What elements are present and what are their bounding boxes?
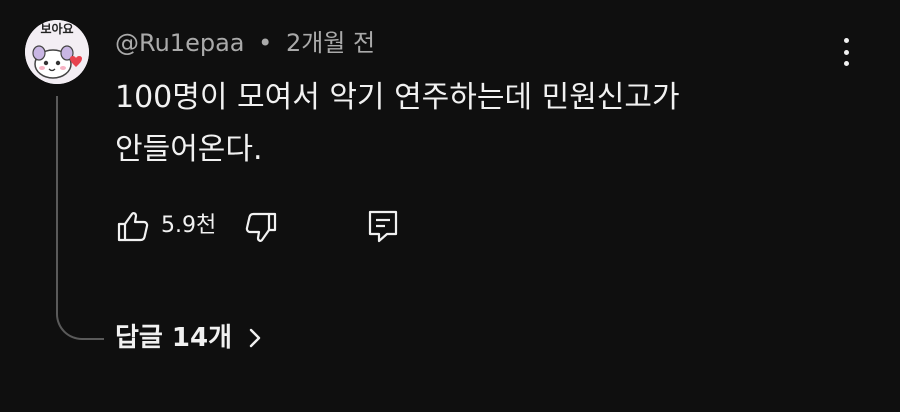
comment-time[interactable]: 2개월 전	[286, 29, 375, 57]
more-vertical-icon	[843, 38, 849, 43]
author-name[interactable]: @Ru1epaa	[115, 29, 245, 57]
thumbs-up-icon	[117, 212, 149, 242]
header-separator: •	[258, 29, 273, 57]
replies-count-label: 답글 14개	[115, 323, 232, 353]
comment-header: @Ru1epaa • 2개월 전	[115, 27, 375, 59]
avatar-caption: 보아요	[40, 22, 74, 36]
more-options-button[interactable]	[832, 34, 860, 70]
view-replies-button[interactable]: 답글 14개	[115, 320, 264, 356]
reply-button[interactable]	[365, 208, 401, 244]
comment-text-line-1: 100명이 모여서 악기 연주하는데 민원신고가	[115, 80, 680, 115]
like-button[interactable]	[115, 208, 151, 244]
like-count: 5.9천	[161, 213, 217, 238]
chevron-right-icon	[249, 328, 261, 348]
comment-text: 100명이 모여서 악기 연주하는데 민원신고가 안들어온다.	[115, 72, 755, 176]
thread-connector-line	[56, 96, 104, 340]
dislike-button[interactable]	[243, 210, 279, 246]
thumbs-down-icon	[245, 212, 277, 242]
comment-text-line-2: 안들어온다.	[115, 132, 263, 167]
reply-icon	[368, 210, 398, 243]
